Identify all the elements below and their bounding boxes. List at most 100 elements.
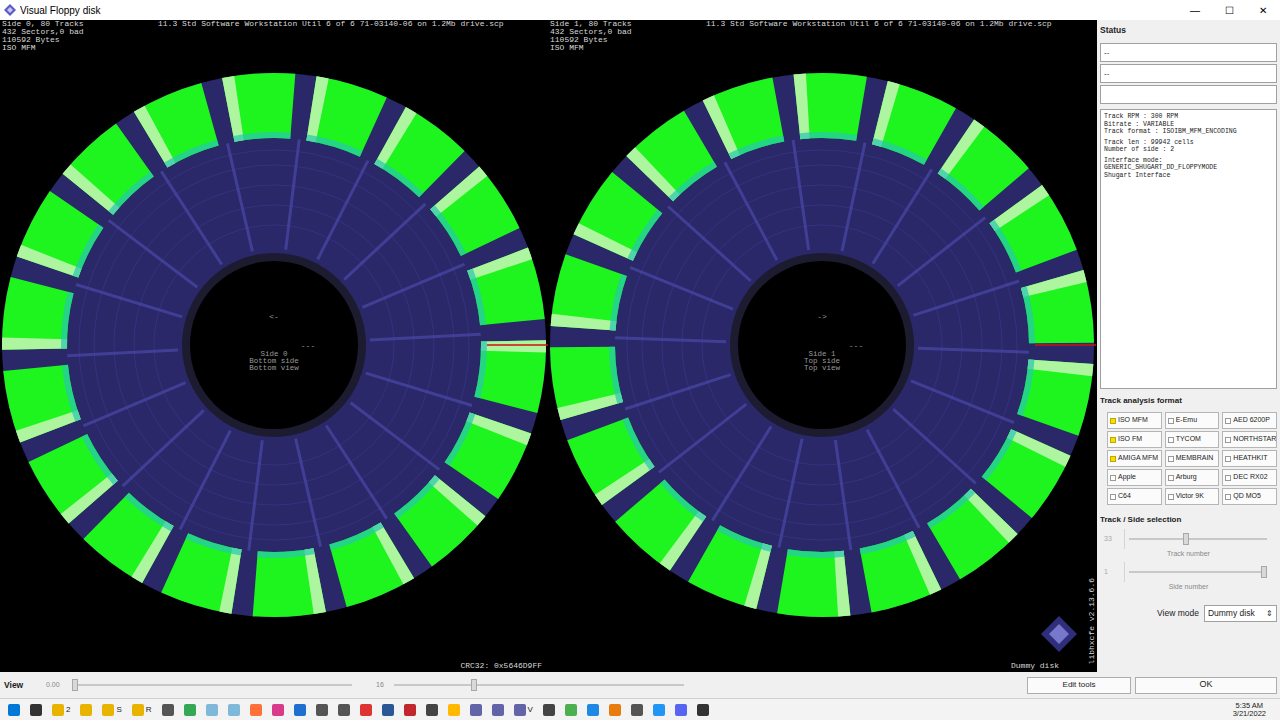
format-button[interactable]: Victor 9K [1165,488,1220,505]
taskbar-app[interactable] [206,704,218,716]
taskbar-app[interactable] [228,704,240,716]
taskbar-app[interactable] [272,704,284,716]
taskbar-app[interactable] [404,704,416,716]
format-checkbox[interactable] [1110,456,1116,462]
taskbar-app[interactable]: 2 [52,704,70,716]
format-button[interactable]: C64 [1107,488,1162,505]
track-info: Track RPM : 300 RPMBitrate : VARIABLETra… [1100,109,1277,389]
taskbar-app[interactable] [448,704,460,716]
taskbar-app[interactable] [338,704,350,716]
taskbar-app[interactable] [543,704,555,716]
format-checkbox[interactable] [1225,418,1231,424]
taskbar-app[interactable] [30,704,42,716]
format-checkbox[interactable] [1168,418,1174,424]
view-mode: View modeDummy disk⇕ [1100,605,1277,622]
format-button[interactable]: MEMBRAIN [1165,450,1220,467]
format-button[interactable]: ISO MFM [1107,412,1162,429]
slider[interactable] [1129,565,1267,579]
format-button[interactable]: AMIGA MFM [1107,450,1162,467]
disk-map: <----Side 0Bottom sideBottom view [0,70,548,618]
taskbar-app[interactable] [653,704,665,716]
stat-line: 110592 Bytes [550,36,686,44]
status-field[interactable]: -- [1100,43,1277,62]
format-checkbox[interactable] [1168,456,1174,462]
taskbar-app[interactable] [675,704,687,716]
center-label: Bottom view [249,364,299,372]
taskbar-app[interactable] [470,704,482,716]
app-icon [250,704,262,716]
format-checkbox[interactable] [1225,456,1231,462]
taskbar-app[interactable]: R [132,704,152,716]
clock[interactable]: 5:35 AM3/21/2022 [1233,702,1272,718]
status-field[interactable] [1100,85,1277,104]
app-icon [184,704,196,716]
section-label: Track analysis format [1100,396,1277,406]
status-field[interactable]: -- [1100,64,1277,83]
format-checkbox[interactable] [1110,437,1116,443]
taskbar-app[interactable] [697,704,709,716]
format-checkbox[interactable] [1110,418,1116,424]
center-label: Top view [804,364,841,372]
view-mode-select[interactable]: Dummy disk⇕ [1204,605,1277,622]
window-control[interactable]: ✕ [1246,0,1280,20]
stat-line: ISO MFM [550,44,686,52]
format-checkbox[interactable] [1225,475,1231,481]
section-label: Track / Side selection [1100,515,1277,525]
format-button[interactable]: Apple [1107,469,1162,486]
format-button[interactable]: ISO FM [1107,431,1162,448]
format-checkbox[interactable] [1110,494,1116,500]
format-button[interactable]: Arburg [1165,469,1220,486]
selection-value[interactable]: 1 [1104,567,1120,578]
taskbar-app[interactable] [250,704,262,716]
edit-tools-button[interactable]: Edit tools [1027,677,1131,694]
ok-button[interactable]: OK [1135,677,1277,694]
taskbar-app[interactable]: S [102,704,121,716]
status-label: Status [1100,25,1277,35]
format-checkbox[interactable] [1168,475,1174,481]
format-button[interactable]: TYCOM [1165,431,1220,448]
format-button[interactable]: NORTHSTAR [1222,431,1277,448]
slider[interactable] [72,678,352,692]
taskbar-app[interactable] [565,704,577,716]
format-button[interactable]: DEC RX02 [1222,469,1277,486]
taskbar-app[interactable] [609,704,621,716]
window-control[interactable]: ☐ [1212,0,1246,20]
slider[interactable] [1129,532,1267,546]
taskbar-app[interactable] [587,704,599,716]
disk-canvas: Side 0, 80 Tracks432 Sectors,0 bad110592… [0,20,1097,672]
app-icon [675,704,687,716]
taskbar-app[interactable] [162,704,174,716]
canvas-footer: CRC32: 0x5646D9FFDummy disk [0,618,1097,672]
format-button[interactable]: HEATHKIT [1222,450,1277,467]
taskbar-app[interactable] [8,704,20,716]
format-button[interactable]: AED 6200P [1222,412,1277,429]
app-icon [426,704,438,716]
sector [362,248,544,326]
format-checkbox[interactable] [1110,475,1116,481]
format-checkbox[interactable] [1168,437,1174,443]
taskbar-app[interactable] [426,704,438,716]
window-control[interactable]: — [1178,0,1212,20]
taskbar-app[interactable] [184,704,196,716]
format-checkbox[interactable] [1225,494,1231,500]
stat-line: 432 Sectors,0 bad [2,28,138,36]
taskbar-app[interactable] [80,704,92,716]
stat-line: 432 Sectors,0 bad [550,28,686,36]
disk-title: 11.3 Std Software Workstation Util 6 of … [706,20,1052,70]
taskbar-app[interactable] [631,704,643,716]
taskbar-app[interactable] [294,704,306,716]
format-checkbox[interactable] [1168,494,1174,500]
disk-panel: Side 1, 80 Tracks432 Sectors,0 bad110592… [548,20,1096,618]
taskbar-app[interactable] [382,704,394,716]
app-icon [404,704,416,716]
taskbar-app[interactable] [492,704,504,716]
format-checkbox[interactable] [1225,437,1231,443]
taskbar-app[interactable] [360,704,372,716]
sector [550,347,731,420]
taskbar-app[interactable]: V [514,704,533,716]
taskbar-app[interactable] [316,704,328,716]
format-button[interactable]: E-Emu [1165,412,1220,429]
slider[interactable] [394,678,684,692]
format-button[interactable]: QD MO5 [1222,488,1277,505]
selection-value[interactable]: 33 [1104,534,1120,545]
